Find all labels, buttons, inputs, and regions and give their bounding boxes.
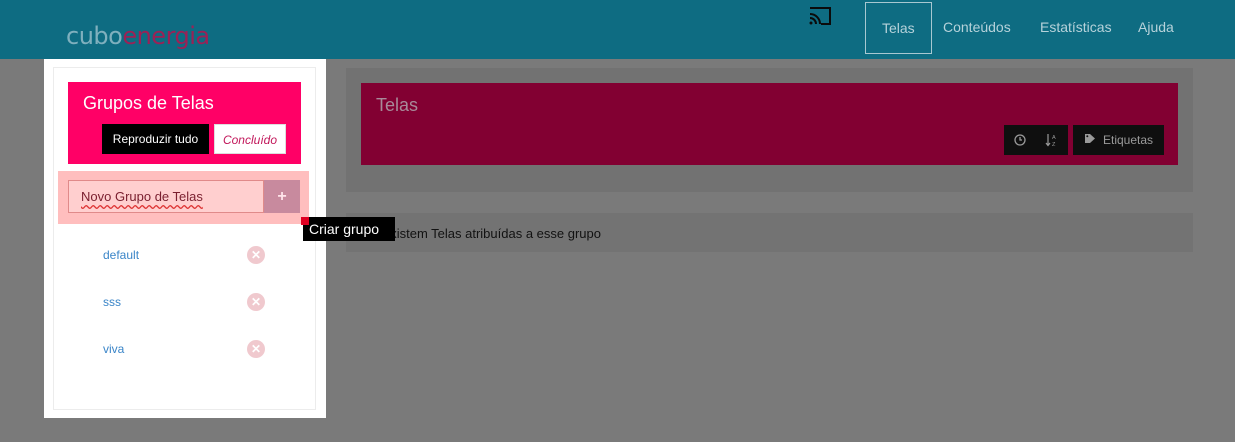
done-button[interactable]: Concluído [214, 124, 286, 154]
screens-title: Telas [376, 95, 419, 115]
new-group-name-input[interactable]: Novo Grupo de Telas [68, 180, 264, 213]
svg-text:A: A [1052, 135, 1056, 141]
remove-group-icon[interactable]: ✕ [247, 340, 265, 358]
nav-tab-ajuda[interactable]: Ajuda [1122, 2, 1190, 54]
nav-tab-conteudos[interactable]: Conteúdos [927, 2, 1027, 54]
brand-logo[interactable]: cuboenergia [66, 22, 210, 50]
tags-label: Etiquetas [1103, 133, 1154, 147]
group-item-sss[interactable]: sss [103, 295, 121, 309]
remove-group-icon[interactable]: ✕ [247, 246, 265, 264]
top-navbar: cuboenergia Telas Conteúdos Estatísticas… [0, 0, 1235, 59]
empty-screens-message: existem Telas atribuídas a esse grupo [383, 226, 601, 241]
clock-sort-icon[interactable] [1004, 125, 1036, 155]
logo-text-energia: energia [122, 22, 210, 50]
logo-text-cubo: cubo [66, 22, 123, 50]
tag-icon [1084, 133, 1097, 147]
create-group-tooltip: Criar grupo [303, 217, 395, 241]
nav-tab-telas[interactable]: Telas [865, 2, 932, 54]
nav-tab-estatisticas[interactable]: Estatísticas [1024, 2, 1128, 54]
svg-text:Z: Z [1052, 142, 1056, 147]
sort-toolbar: AZ [1004, 125, 1068, 155]
cursor-marker [301, 217, 309, 225]
create-group-button[interactable]: + [264, 180, 300, 213]
cast-icon[interactable] [808, 6, 832, 26]
tags-button[interactable]: Etiquetas [1073, 125, 1165, 155]
remove-group-icon[interactable]: ✕ [247, 293, 265, 311]
screen-groups-title: Grupos de Telas [83, 93, 214, 113]
alpha-sort-icon[interactable]: AZ [1036, 125, 1068, 155]
play-all-button[interactable]: Reproduzir tudo [102, 124, 209, 154]
group-item-default[interactable]: default [103, 248, 139, 262]
group-item-viva[interactable]: viva [103, 342, 124, 356]
